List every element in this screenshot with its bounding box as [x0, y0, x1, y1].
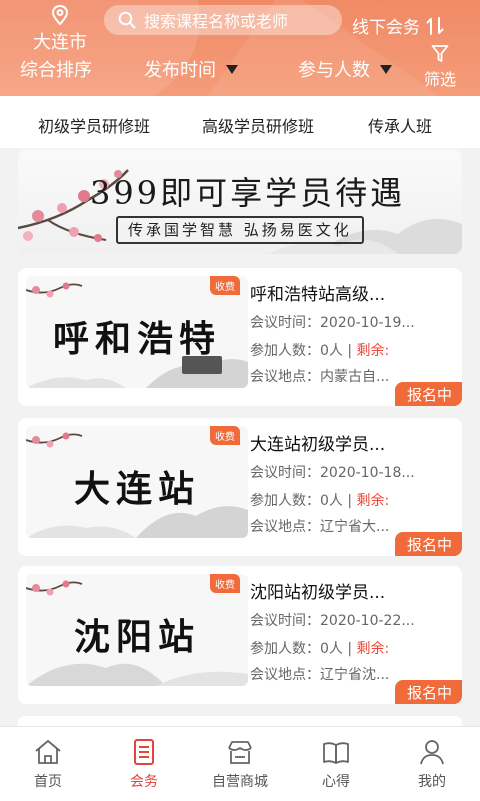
- meeting-location-label: 会议地点：: [250, 519, 320, 535]
- course-card[interactable]: 沈阳站 收费 沈阳站初级学员... 会议时间：2020-10-22... 参加人…: [18, 566, 462, 704]
- nav-home[interactable]: 首页: [0, 737, 96, 791]
- course-card[interactable]: 大连站 收费 大连站初级学员... 会议时间：2020-10-18... 参加人…: [18, 418, 462, 556]
- bottom-navigation: 首页 会务 自营商城 心得 我的: [0, 726, 480, 801]
- meeting-time-value: 2020-10-19...: [320, 315, 415, 331]
- document-icon: [134, 739, 154, 765]
- participant-count-value: 0人 |: [320, 493, 357, 509]
- caret-down-icon: [380, 64, 392, 74]
- meeting-time-label: 会议时间：: [250, 315, 320, 331]
- meeting-location-label: 会议地点：: [250, 369, 320, 385]
- meeting-time: 会议时间：2020-10-19...: [250, 312, 415, 332]
- sort-by-publish-time[interactable]: 发布时间: [144, 56, 238, 82]
- nav-meetings-label: 会务: [130, 774, 158, 790]
- sort-by-participants[interactable]: 参与人数: [298, 56, 392, 82]
- paid-badge: 收费: [210, 574, 240, 593]
- caret-down-icon: [226, 64, 238, 74]
- city-label: 大连市: [33, 32, 87, 53]
- paid-badge: 收费: [210, 276, 240, 295]
- banner-title: 399即可享学员待遇: [90, 174, 406, 212]
- course-card[interactable]: 呼和浩特 收费 呼和浩特站高级... 会议时间：2020-10-19... 参加…: [18, 268, 462, 406]
- paid-badge: 收费: [210, 426, 240, 445]
- banner-subtitle: 传承国学智慧 弘扬易医文化: [116, 216, 364, 244]
- participant-count-value: 0人 |: [320, 641, 357, 657]
- meeting-location: 会议地点：辽宁省沈...: [250, 664, 389, 684]
- user-icon: [420, 740, 444, 765]
- tab-senior-class[interactable]: 高级学员研修班: [202, 113, 314, 137]
- course-title: 大连站初级学员...: [250, 435, 386, 455]
- nav-insights-label: 心得: [322, 774, 350, 790]
- tab-junior-class[interactable]: 初级学员研修班: [38, 113, 150, 137]
- participant-count: 参加人数：0人 | 剩余:: [250, 490, 389, 510]
- sort-comprehensive[interactable]: 综合排序: [20, 56, 92, 82]
- nav-home-label: 首页: [34, 774, 62, 790]
- location-pin-icon: [51, 4, 69, 26]
- course-title: 呼和浩特站高级...: [250, 285, 386, 305]
- meeting-time: 会议时间：2020-10-18...: [250, 462, 415, 482]
- meeting-time-value: 2020-10-18...: [320, 465, 415, 481]
- meeting-location-value: 内蒙古自...: [320, 369, 390, 385]
- participant-count-value: 0人 |: [320, 343, 357, 359]
- meeting-time-value: 2020-10-22...: [320, 613, 415, 629]
- remaining-seats-label: 剩余:: [356, 343, 390, 359]
- registration-status-badge: 报名中: [394, 680, 462, 704]
- meeting-time-label: 会议时间：: [250, 613, 320, 629]
- search-placeholder: 搜索课程名称或老师: [144, 12, 289, 31]
- meeting-time-label: 会议时间：: [250, 465, 320, 481]
- tab-inheritor-class[interactable]: 传承人班: [368, 113, 432, 137]
- meeting-location-label: 会议地点：: [250, 667, 320, 683]
- sort-time-label: 发布时间: [144, 60, 216, 81]
- category-tabs: 初级学员研修班 高级学员研修班 传承人班: [0, 96, 480, 148]
- participant-count-label: 参加人数：: [250, 493, 320, 509]
- course-city-art: 大连站: [73, 468, 200, 510]
- nav-store[interactable]: 自营商城: [192, 737, 288, 791]
- participant-count-label: 参加人数：: [250, 343, 320, 359]
- nav-meetings[interactable]: 会务: [96, 737, 192, 791]
- search-input[interactable]: 搜索课程名称或老师: [104, 5, 342, 35]
- filter-label: 筛选: [423, 70, 456, 89]
- meeting-location-value: 辽宁省沈...: [320, 667, 390, 683]
- filter-button[interactable]: 筛选: [416, 44, 464, 90]
- app-header: 大连市 搜索课程名称或老师 线下会务 综合排序 发布时间 参与人数 筛选: [0, 0, 480, 96]
- swap-arrows-icon: [426, 16, 444, 35]
- meeting-time: 会议时间：2020-10-22...: [250, 610, 415, 630]
- nav-insights[interactable]: 心得: [288, 737, 384, 791]
- meeting-location: 会议地点：内蒙古自...: [250, 366, 389, 386]
- course-city-art: 呼和浩特: [52, 318, 221, 360]
- sort-people-label: 参与人数: [298, 60, 370, 81]
- registration-status-badge: 报名中: [394, 382, 462, 406]
- filter-funnel-icon: [431, 45, 449, 62]
- participant-count-label: 参加人数：: [250, 641, 320, 657]
- search-icon: [118, 11, 136, 29]
- nav-profile[interactable]: 我的: [384, 737, 480, 791]
- course-title: 沈阳站初级学员...: [250, 583, 386, 603]
- remaining-seats-label: 剩余:: [356, 641, 390, 657]
- participant-count: 参加人数：0人 | 剩余:: [250, 340, 389, 360]
- location-selector[interactable]: 大连市: [22, 4, 98, 54]
- book-icon: [323, 742, 349, 764]
- meeting-location-value: 辽宁省大...: [320, 519, 390, 535]
- remaining-seats-label: 剩余:: [356, 493, 390, 509]
- offline-meetings-label: 线下会务: [352, 18, 420, 38]
- nav-store-label: 自营商城: [212, 774, 268, 790]
- meeting-location: 会议地点：辽宁省大...: [250, 516, 389, 536]
- nav-profile-label: 我的: [418, 774, 446, 790]
- home-icon: [35, 740, 61, 764]
- participant-count: 参加人数：0人 | 剩余:: [250, 638, 389, 658]
- sort-comprehensive-label: 综合排序: [20, 60, 92, 81]
- registration-status-badge: 报名中: [394, 532, 462, 556]
- course-city-art: 沈阳站: [73, 616, 200, 658]
- promo-banner[interactable]: 399即可享学员待遇 传承国学智慧 弘扬易医文化: [18, 150, 462, 254]
- store-icon: [228, 741, 252, 764]
- offline-meetings-toggle[interactable]: 线下会务: [352, 13, 444, 38]
